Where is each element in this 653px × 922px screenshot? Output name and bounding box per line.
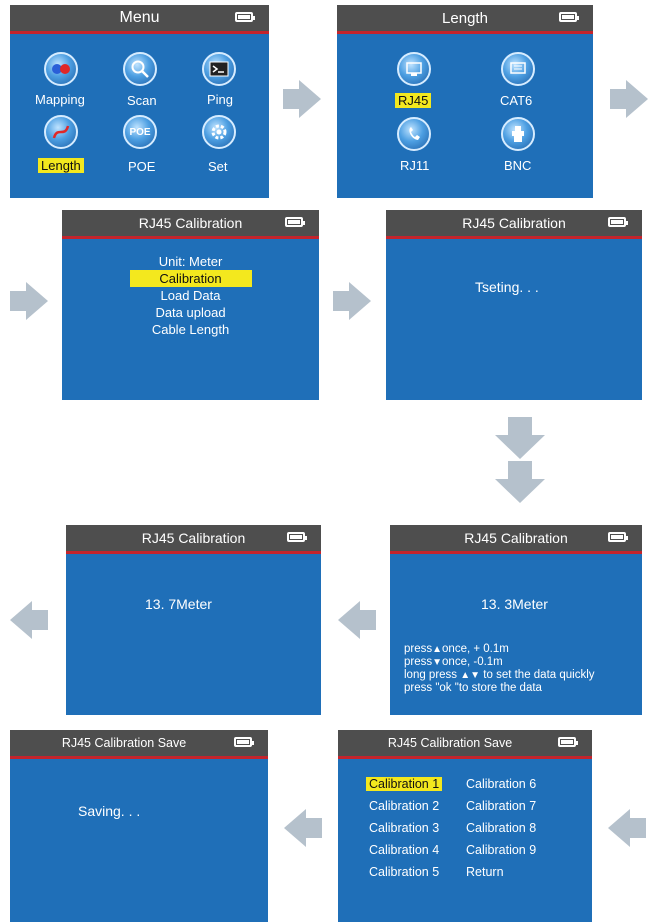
length-value: 13. 7Meter (145, 596, 212, 612)
rj11-icon[interactable] (397, 117, 431, 151)
screen-title: RJ45 Calibration Save (61, 736, 187, 750)
rj45-icon[interactable] (397, 52, 431, 86)
option-unit[interactable]: Unit: Meter (62, 253, 319, 270)
screen-title: RJ45 Calibration (464, 530, 568, 546)
arrow-left-icon (338, 601, 376, 639)
instr-down: once, -0.1m (442, 656, 503, 668)
option-cable-length[interactable]: Cable Length (62, 321, 319, 338)
length-item-bnc[interactable]: BNC (504, 158, 531, 173)
instr-long-press: long press (404, 669, 458, 681)
ping-icon[interactable] (202, 52, 236, 86)
mapping-icon[interactable] (44, 52, 78, 86)
calibration-titlebar: RJ45 Calibration (62, 210, 319, 239)
testing-titlebar: RJ45 Calibration (386, 210, 642, 239)
menu-item-length[interactable]: Length (38, 158, 84, 173)
menu-item-mapping[interactable]: Mapping (35, 92, 85, 107)
length-screen: Length RJ45 CAT6 RJ11 BNC (337, 5, 593, 198)
testing-screen: RJ45 Calibration Tseting. . . (386, 210, 642, 400)
menu-titlebar: Menu (10, 5, 269, 34)
up-triangle-icon: ▲ (460, 670, 471, 681)
screen-title: Length (442, 9, 488, 27)
down-triangle-icon: ▼ (432, 657, 443, 668)
menu-item-ping[interactable]: Ping (207, 92, 233, 107)
save-slot-7[interactable]: Calibration 7 (466, 799, 536, 821)
battery-icon (558, 737, 578, 747)
battery-icon (234, 737, 254, 747)
instructions: press▲once, + 0.1m press▼once, -0.1m lon… (404, 643, 595, 695)
return-button[interactable]: Return (466, 865, 536, 887)
scan-icon[interactable] (123, 52, 157, 86)
option-data-upload[interactable]: Data upload (62, 304, 319, 321)
length-icon[interactable] (44, 115, 78, 149)
instr-press-2: press (404, 656, 433, 668)
length-item-cat6[interactable]: CAT6 (500, 93, 532, 108)
option-load-data[interactable]: Load Data (62, 287, 319, 304)
screen-title: RJ45 Calibration (462, 215, 566, 231)
menu-item-poe[interactable]: POE (128, 159, 155, 174)
save-slot-3[interactable]: Calibration 3 (366, 821, 442, 843)
instr-press-1: press (404, 643, 433, 655)
saving-titlebar: RJ45 Calibration Save (10, 730, 268, 759)
length-item-rj45[interactable]: RJ45 (395, 93, 432, 108)
length-value: 13. 3Meter (481, 596, 548, 612)
save-slot-6[interactable]: Calibration 6 (466, 777, 536, 799)
battery-icon (559, 12, 579, 22)
set-icon[interactable] (202, 115, 236, 149)
screen-title: Menu (119, 9, 160, 26)
save-slot-1-label: Calibration 1 (366, 777, 443, 791)
calibration-menu-screen: RJ45 Calibration Unit: Meter Calibration… (62, 210, 319, 400)
save-slot-8[interactable]: Calibration 8 (466, 821, 536, 843)
up-triangle-icon: ▲ (432, 644, 443, 655)
arrow-right-icon (10, 282, 48, 320)
option-calibration-label: Calibration (129, 270, 252, 287)
arrow-down-icon (495, 417, 545, 459)
arrow-right-icon (610, 80, 648, 118)
arrow-left-icon (10, 601, 48, 639)
save-slots-right: Calibration 6 Calibration 7 Calibration … (466, 777, 536, 887)
save-slot-9[interactable]: Calibration 9 (466, 843, 536, 865)
menu-screen: Menu Mapping Scan Ping Length POE POE Se… (10, 5, 269, 198)
instr-up: once, + 0.1m (442, 643, 509, 655)
calibration-options: Unit: Meter Calibration Load Data Data u… (62, 253, 319, 338)
save-menu-screen: RJ45 Calibration Save Calibration 1 Cali… (338, 730, 592, 922)
save-slot-1[interactable]: Calibration 1 (366, 777, 443, 799)
screen-title: RJ45 Calibration (141, 530, 246, 546)
save-menu-titlebar: RJ45 Calibration Save (338, 730, 592, 759)
result-137-screen: RJ45 Calibration 13. 7Meter (66, 525, 321, 715)
battery-icon (608, 217, 628, 227)
arrow-left-icon (608, 809, 646, 847)
battery-icon (235, 12, 255, 22)
instr-store: press "ok "to store the data (404, 682, 542, 694)
menu-item-set[interactable]: Set (208, 159, 228, 174)
screen-title: RJ45 Calibration (138, 215, 243, 231)
testing-message: Tseting. . . (475, 279, 539, 295)
arrow-down-icon (495, 461, 545, 503)
saving-screen: RJ45 Calibration Save Saving. . . (10, 730, 268, 922)
length-titlebar: Length (337, 5, 593, 34)
result-133-titlebar: RJ45 Calibration (390, 525, 642, 554)
saving-message: Saving. . . (78, 803, 141, 819)
battery-icon (285, 217, 305, 227)
arrow-left-icon (284, 809, 322, 847)
save-slot-2[interactable]: Calibration 2 (366, 799, 442, 821)
length-item-rj11[interactable]: RJ11 (400, 158, 429, 173)
result-133-screen: RJ45 Calibration 13. 3Meter press▲once, … (390, 525, 642, 715)
screen-title: RJ45 Calibration Save (387, 736, 513, 750)
result-137-titlebar: RJ45 Calibration (66, 525, 321, 554)
cat6-icon[interactable] (501, 52, 535, 86)
battery-icon (287, 532, 307, 542)
arrow-right-icon (333, 282, 371, 320)
down-triangle-icon: ▼ (470, 670, 481, 681)
bnc-icon[interactable] (501, 117, 535, 151)
save-slots-left: Calibration 1 Calibration 2 Calibration … (366, 777, 443, 887)
battery-icon (608, 532, 628, 542)
instr-quick: to set the data quickly (483, 669, 595, 681)
poe-icon[interactable]: POE (123, 115, 157, 149)
save-slot-4[interactable]: Calibration 4 (366, 843, 442, 865)
menu-item-scan[interactable]: Scan (127, 93, 157, 108)
arrow-right-icon (283, 80, 321, 118)
save-slot-5[interactable]: Calibration 5 (366, 865, 442, 887)
option-calibration[interactable]: Calibration (62, 270, 319, 287)
